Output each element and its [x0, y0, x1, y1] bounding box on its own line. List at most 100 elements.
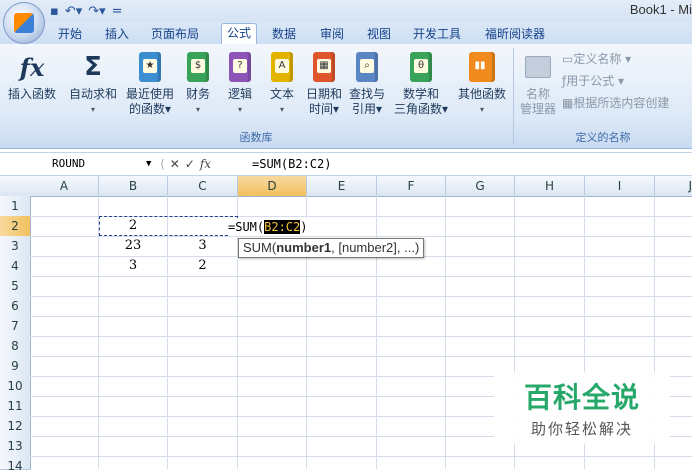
column-header-g[interactable]: G [446, 176, 515, 197]
button-label: 最近使用 [125, 87, 174, 101]
tab-home[interactable]: 开始 [58, 25, 82, 44]
button-label-2: ▾ [279, 105, 284, 114]
date-time-button[interactable]: ▦ 日期和 时间▾ [304, 50, 344, 117]
row-header-10[interactable]: 10 [0, 376, 31, 397]
cancel-icon[interactable]: ✕ [170, 157, 180, 171]
cell-b3[interactable]: 23 [99, 236, 167, 256]
gridline [30, 356, 692, 357]
text-button[interactable]: A 文本 ▾ [264, 50, 300, 117]
name-manager-button[interactable]: 名称 管理器 [516, 50, 560, 117]
logical-book-icon: ? [225, 50, 255, 84]
tooltip-rest: , [number2], ...) [331, 240, 420, 255]
cell-b4[interactable]: 3 [99, 256, 167, 276]
column-header-d[interactable]: D [238, 176, 307, 197]
tab-review[interactable]: 审阅 [320, 25, 344, 44]
gridline [30, 296, 692, 297]
column-header-i[interactable]: I [585, 176, 655, 197]
row-header-13[interactable]: 13 [0, 436, 31, 457]
column-header-h[interactable]: H [515, 176, 585, 197]
watermark-title: 百科全说 [523, 381, 640, 414]
row-header-2[interactable]: 2 [0, 216, 31, 237]
create-from-selection-icon: ▦ [562, 96, 574, 110]
text-book-icon: A [267, 50, 297, 84]
edit-range-ref: B2:C2 [264, 220, 301, 234]
calendar-book-icon: ▦ [309, 50, 339, 84]
enter-check-icon[interactable]: ✓ [185, 157, 195, 171]
save-icon[interactable]: ▪ [50, 4, 59, 19]
create-from-selection-label: 根据所选内容创建 [573, 96, 670, 110]
recently-used-button[interactable]: ★ 最近使用 的函数▾ [123, 50, 177, 117]
tab-developer[interactable]: 开发工具 [413, 25, 461, 44]
row-header-3[interactable]: 3 [0, 236, 31, 257]
row-header-6[interactable]: 6 [0, 296, 31, 317]
column-header-b[interactable]: B [99, 176, 168, 197]
column-header-a[interactable]: A [30, 176, 99, 197]
logical-button[interactable]: ? 逻辑 ▾ [222, 50, 258, 117]
button-label-2: 三角函数▾ [393, 102, 449, 116]
tooltip-arg-number1[interactable]: number1 [276, 240, 331, 255]
function-argument-tooltip[interactable]: SUM(number1, [number2], ...) [238, 238, 425, 258]
column-header-e[interactable]: E [307, 176, 377, 197]
gridline [30, 336, 692, 337]
name-box-value: ROUND [52, 157, 86, 170]
cell-c3[interactable]: 3 [168, 236, 237, 256]
column-header-j[interactable]: J [655, 176, 692, 197]
button-label: 其他函数 [457, 87, 506, 101]
tab-data[interactable]: 数据 [272, 25, 296, 44]
gridline [30, 316, 692, 317]
row-header-12[interactable]: 12 [0, 416, 31, 437]
row-header-9[interactable]: 9 [0, 356, 31, 377]
edit-prefix: =SUM( [228, 220, 265, 234]
select-all-corner[interactable] [0, 176, 31, 197]
function-library-group-label: 函数库 [239, 131, 273, 144]
more-functions-button[interactable]: ▮▮ 其他函数 ▾ [454, 50, 510, 117]
edit-suffix: ) [300, 220, 308, 234]
tab-formulas[interactable]: 公式 [221, 23, 258, 45]
tab-view[interactable]: 视图 [367, 25, 391, 44]
button-label: 自动求和 [68, 87, 117, 101]
customize-qat[interactable]: = [112, 4, 123, 19]
tab-insert[interactable]: 插入 [105, 25, 129, 44]
tab-page-layout[interactable]: 页面布局 [151, 25, 199, 44]
autosum-button[interactable]: Σ 自动求和 ▾ [66, 50, 120, 117]
define-name-button[interactable]: ▭定义名称 ▾ [562, 50, 631, 68]
tab-foxit-reader[interactable]: 福昕阅读器 [485, 25, 545, 44]
financial-button[interactable]: $ 财务 ▾ [180, 50, 216, 117]
formula-buttons: ⟨ ✕ ✓ fx [160, 154, 240, 174]
use-in-formula-button[interactable]: ƒ用于公式 ▾ [562, 72, 624, 90]
insert-function-button[interactable]: fx 插入函数 [4, 50, 60, 102]
window-title: Book1 - Mi [629, 2, 692, 17]
lookup-reference-button[interactable]: ⌕ 查找与 引用▾ [347, 50, 387, 117]
column-header-f[interactable]: F [377, 176, 446, 197]
column-header-c[interactable]: C [168, 176, 238, 197]
redo-icon[interactable]: ↷▾ [88, 4, 105, 19]
cell-d2-editor[interactable]: =SUM(B2:C2) [228, 218, 308, 236]
chevron-down-icon[interactable]: ▼ [146, 155, 151, 173]
formula-input[interactable]: =SUM(B2:C2) [252, 155, 331, 173]
undo-icon[interactable]: ↶▾ [65, 4, 82, 19]
ribbon: fx 插入函数 Σ 自动求和 ▾ ★ 最近使用 的函数▾ $ 财务 ▾ ? 逻辑… [0, 44, 692, 149]
math-trig-button[interactable]: θ 数学和 三角函数▾ [389, 50, 453, 117]
office-logo-icon [14, 13, 34, 33]
row-header-11[interactable]: 11 [0, 396, 31, 417]
watermark-subtitle: 助你轻松解决 [530, 420, 633, 438]
fx-icon: fx [19, 52, 45, 82]
office-button[interactable] [3, 2, 45, 44]
button-label-2: 的函数▾ [128, 102, 172, 116]
expand-handle-icon[interactable]: ⟨ [160, 157, 165, 171]
gridline [306, 196, 307, 469]
row-header-4[interactable]: 4 [0, 256, 31, 277]
button-label-2: ▾ [90, 105, 95, 114]
row-header-7[interactable]: 7 [0, 316, 31, 337]
insert-function-icon[interactable]: fx [200, 157, 211, 171]
row-header-14[interactable]: 14 [0, 456, 31, 473]
name-box[interactable]: ROUND ▼ [0, 155, 155, 173]
row-header-1[interactable]: 1 [0, 196, 31, 217]
magnifier-book-icon: ⌕ [352, 50, 382, 84]
row-header-8[interactable]: 8 [0, 336, 31, 357]
cell-c4[interactable]: 2 [168, 256, 237, 276]
create-from-selection-button[interactable]: ▦根据所选内容创建 [562, 94, 669, 112]
button-label-2: ▾ [195, 105, 200, 114]
row-header-5[interactable]: 5 [0, 276, 31, 297]
button-label-2: 管理器 [519, 102, 556, 116]
